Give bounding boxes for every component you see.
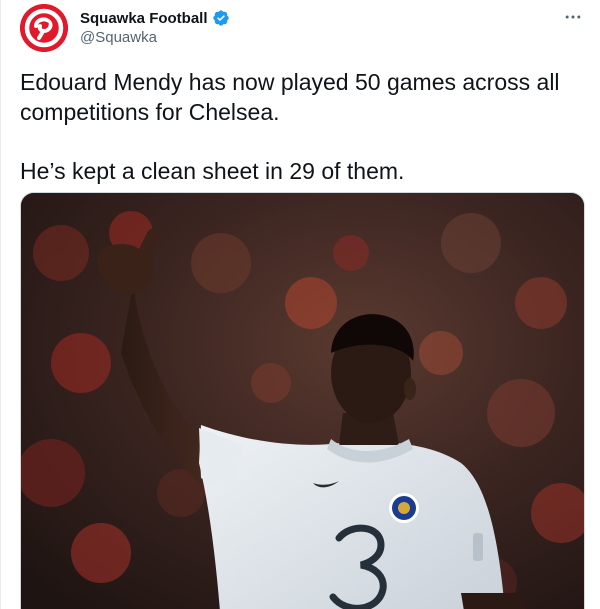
tweet-text: Edouard Mendy has now played 50 games ac… [20,67,585,186]
avatar[interactable] [20,4,68,52]
author-display-name[interactable]: Squawka Football [80,10,208,27]
squawka-logo-icon [20,4,68,52]
tweet-media-photo[interactable] [20,192,585,609]
author-handle[interactable]: @Squawka [80,29,157,46]
author-name-row[interactable]: Squawka Football [80,8,230,28]
tweet-paragraph: Edouard Mendy has now played 50 games ac… [20,69,560,125]
verified-badge-icon [212,10,229,26]
goalkeeper-photo-icon [21,193,584,609]
tweet-paragraph: He’s kept a clean sheet in 29 of them. [20,158,405,184]
more-options-button[interactable] [562,8,584,26]
more-options-icon [565,15,581,19]
tweet-card: Squawka Football @Squawka Edouard Mendy … [0,0,600,609]
